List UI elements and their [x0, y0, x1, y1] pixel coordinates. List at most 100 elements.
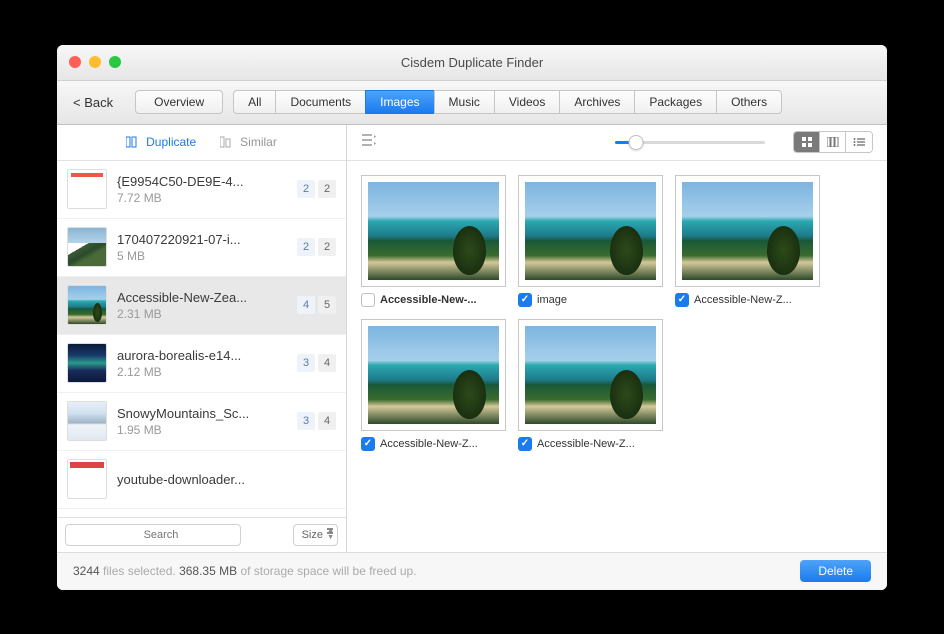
file-size: 2.12 MB — [117, 365, 287, 379]
footer-text: 3244 files selected. 368.35 MB of storag… — [73, 564, 417, 578]
badge-selected: 3 — [297, 354, 315, 372]
preview-image — [368, 182, 499, 280]
select-checkbox[interactable] — [518, 437, 532, 451]
freed-size: 368.35 MB — [179, 564, 237, 578]
badge-selected: 2 — [297, 180, 315, 198]
filter-icon[interactable] — [361, 133, 377, 152]
badge-total: 2 — [318, 238, 336, 256]
preview-image — [682, 182, 813, 280]
card-label: Accessible-New-... — [361, 293, 506, 307]
tab-all[interactable]: All — [233, 90, 275, 114]
category-tabs: All Documents Images Music Videos Archiv… — [233, 90, 782, 114]
file-size: 5 MB — [117, 249, 287, 263]
card-name: Accessible-New-... — [380, 294, 477, 306]
thumbnail — [67, 459, 107, 499]
slider-knob[interactable] — [629, 135, 644, 150]
badges: 34 — [297, 354, 336, 372]
row-text: aurora-borealis-e14...2.12 MB — [117, 348, 287, 379]
grid-item[interactable]: image — [518, 175, 663, 307]
preview-image — [525, 326, 656, 424]
zoom-icon[interactable] — [109, 56, 121, 68]
preview-frame — [675, 175, 820, 287]
delete-button[interactable]: Delete — [800, 560, 871, 582]
tab-packages[interactable]: Packages — [634, 90, 716, 114]
view-grid-button[interactable] — [794, 132, 820, 152]
window-title: Cisdem Duplicate Finder — [57, 55, 887, 70]
preview-frame — [518, 319, 663, 431]
tab-similar[interactable]: Similar — [220, 135, 277, 149]
file-name: {E9954C50-DE9E-4... — [117, 174, 287, 189]
list-item[interactable]: {E9954C50-DE9E-4...7.72 MB22 — [57, 161, 346, 219]
tab-similar-label: Similar — [240, 135, 277, 149]
grid-item[interactable]: Accessible-New-... — [361, 175, 506, 307]
select-checkbox[interactable] — [361, 437, 375, 451]
minimize-icon[interactable] — [89, 56, 101, 68]
thumbnail — [67, 343, 107, 383]
file-name: 170407220921-07-i... — [117, 232, 287, 247]
content-toolbar — [347, 125, 887, 161]
badges: 22 — [297, 238, 336, 256]
titlebar: Cisdem Duplicate Finder — [57, 45, 887, 81]
badge-total: 4 — [318, 354, 336, 372]
list-item[interactable]: youtube-downloader... — [57, 451, 346, 509]
sidebar-tabs: Duplicate Similar — [57, 125, 346, 161]
sort-arrows-icon: ▲▼ — [327, 527, 334, 541]
tab-images[interactable]: Images — [365, 90, 433, 114]
preview-frame — [361, 175, 506, 287]
card-label: Accessible-New-Z... — [675, 293, 820, 307]
grid-item[interactable]: Accessible-New-Z... — [675, 175, 820, 307]
tab-duplicate-label: Duplicate — [146, 135, 196, 149]
list-item[interactable]: Accessible-New-Zea...2.31 MB45 — [57, 277, 346, 335]
thumbnail — [67, 227, 107, 267]
grid-item[interactable]: Accessible-New-Z... — [361, 319, 506, 451]
back-button[interactable]: < Back — [73, 95, 113, 110]
badge-total: 4 — [318, 412, 336, 430]
file-size: 7.72 MB — [117, 191, 287, 205]
list-item[interactable]: 170407220921-07-i... 5 MB 22 — [57, 219, 346, 277]
card-name: Accessible-New-Z... — [694, 294, 792, 306]
tab-music[interactable]: Music — [434, 90, 494, 114]
select-checkbox[interactable] — [361, 293, 375, 307]
badges: 45 — [297, 296, 336, 314]
badge-selected: 2 — [297, 238, 315, 256]
select-checkbox[interactable] — [518, 293, 532, 307]
preview-frame — [361, 319, 506, 431]
footer: 3244 files selected. 368.35 MB of storag… — [57, 552, 887, 590]
list-item[interactable]: SnowyMountains_Sc... 1.95 MB 34 — [57, 393, 346, 451]
duplicate-icon — [126, 136, 142, 148]
list-item[interactable]: aurora-borealis-e14...2.12 MB 34 — [57, 335, 346, 393]
view-columns-button[interactable] — [820, 132, 846, 152]
badges: 34 — [297, 412, 336, 430]
tab-videos[interactable]: Videos — [494, 90, 559, 114]
preview-image — [368, 326, 499, 424]
duplicate-list[interactable]: {E9954C50-DE9E-4...7.72 MB22170407220921… — [57, 161, 346, 517]
sort-label: Size — [302, 529, 323, 541]
sidebar: Duplicate Similar {E9954C50-DE9E-4... 7.7… — [57, 125, 347, 552]
badge-selected: 3 — [297, 412, 315, 430]
preview-grid: Accessible-New-...imageAccessible-New-Z.… — [347, 161, 887, 552]
tab-archives[interactable]: Archives — [559, 90, 634, 114]
row-text: {E9954C50-DE9E-4... 7.72 MB — [117, 174, 287, 205]
view-list-button[interactable] — [846, 132, 872, 152]
search-input[interactable] — [65, 524, 241, 546]
close-icon[interactable] — [69, 56, 81, 68]
badge-selected: 4 — [297, 296, 315, 314]
file-name: SnowyMountains_Sc... — [117, 406, 287, 421]
tab-documents[interactable]: Documents — [275, 90, 365, 114]
zoom-slider-wrap — [615, 141, 765, 144]
overview-button[interactable]: Overview — [135, 90, 223, 114]
tab-others[interactable]: Others — [716, 90, 782, 114]
row-text: 170407220921-07-i... 5 MB — [117, 232, 287, 263]
zoom-slider[interactable] — [615, 141, 765, 144]
search-wrap: 🔍 — [65, 524, 287, 546]
tab-duplicate[interactable]: Duplicate — [126, 135, 196, 149]
file-size: 1.95 MB — [117, 423, 287, 437]
content: Accessible-New-...imageAccessible-New-Z.… — [347, 125, 887, 552]
select-checkbox[interactable] — [675, 293, 689, 307]
file-size: 2.31 MB — [117, 307, 287, 321]
main: Duplicate Similar {E9954C50-DE9E-4... 7.7… — [57, 125, 887, 552]
similar-icon — [220, 136, 236, 148]
grid-item[interactable]: Accessible-New-Z... — [518, 319, 663, 451]
sort-select[interactable]: Size ▲▼ — [293, 524, 338, 546]
card-name: Accessible-New-Z... — [380, 438, 478, 450]
